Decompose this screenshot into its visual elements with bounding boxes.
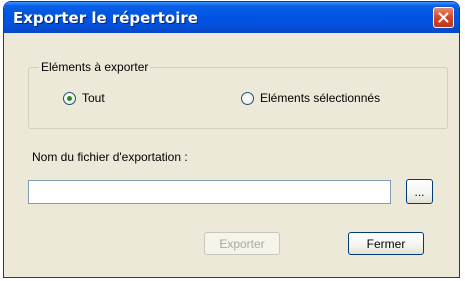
radio-all-circle[interactable] <box>63 91 76 105</box>
title-bar[interactable]: Exporter le répertoire <box>4 2 459 33</box>
export-button[interactable]: Exporter <box>204 232 280 255</box>
close-icon <box>438 12 449 23</box>
radio-selected-items[interactable]: Eléments sélectionnés <box>241 91 380 105</box>
radio-all[interactable]: Tout <box>63 91 105 105</box>
radio-selected-items-circle[interactable] <box>241 91 254 105</box>
close-window-button[interactable] <box>433 7 454 28</box>
export-items-group: Eléments à exporter Tout Eléments sélect… <box>28 60 448 129</box>
export-dialog: Exporter le répertoire Eléments à export… <box>3 1 460 278</box>
file-name-input[interactable] <box>28 180 391 204</box>
browse-button[interactable]: ... <box>406 179 433 204</box>
export-items-legend: Eléments à exporter <box>39 60 151 74</box>
radio-all-selected-dot <box>67 95 72 101</box>
window-title: Exporter le répertoire <box>13 9 198 27</box>
dialog-body: Eléments à exporter Tout Eléments sélect… <box>6 33 457 275</box>
close-button[interactable]: Fermer <box>348 232 424 255</box>
radio-all-label: Tout <box>82 91 105 105</box>
file-name-label: Nom du fichier d'exportation : <box>32 150 188 164</box>
radio-selected-items-label: Eléments sélectionnés <box>260 91 381 105</box>
